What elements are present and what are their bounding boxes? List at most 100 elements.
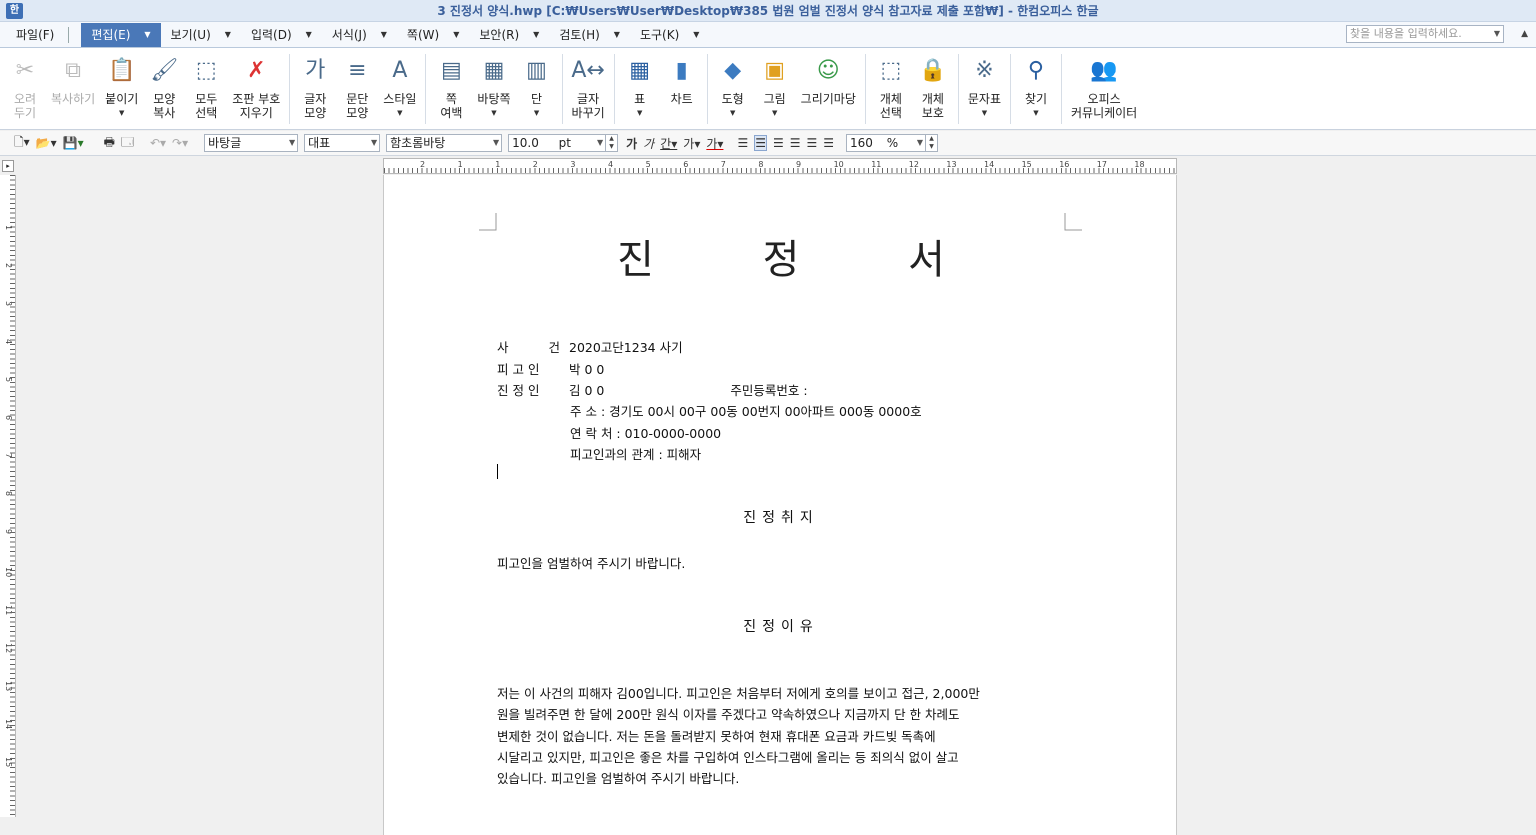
ribbon-label: 차트	[670, 92, 693, 106]
reason-line: 원을 빌려주면 한 달에 200만 원식 이자를 주겠다고 약속하였으나 지금까…	[497, 707, 960, 722]
chevron-down-icon: ▼	[397, 109, 403, 117]
title-bar: 한 3 진정서 양식.hwp [C:₩Users₩User₩Desktop₩38…	[0, 0, 1536, 22]
undo-icon[interactable]: ↶▾	[150, 136, 166, 150]
menu-tools[interactable]: 도구(K) ▼	[630, 23, 709, 47]
menu-label: 입력(D)	[250, 28, 292, 42]
ribbon-button-replace-char[interactable]: A↔ 글자 바꾸기	[567, 48, 610, 128]
ribbon-button-communicator[interactable]: 👥 오피스 커뮤니케이터	[1066, 48, 1142, 128]
ribbon-button-format-painter[interactable]: 🖌 모양 복사	[143, 48, 185, 128]
font-color-icon[interactable]: 가▾	[706, 135, 723, 152]
hwp-app-icon[interactable]: 한	[6, 3, 23, 19]
ribbon-label: 오피스	[1087, 92, 1121, 106]
print-preview-icon[interactable]: 🗔	[121, 133, 134, 154]
char-shape-icon: 가	[305, 58, 326, 83]
style-select[interactable]: 바탕글 ▼	[204, 134, 299, 152]
menu-page[interactable]: 쪽(W) ▼	[397, 23, 469, 47]
ribbon-label: 보호	[921, 106, 944, 120]
menu-view[interactable]: 보기(U) ▼	[161, 23, 241, 47]
find-icon: ⚲	[1027, 58, 1045, 83]
menu-review[interactable]: 검토(H) ▼	[549, 23, 630, 47]
line-spacing-stepper[interactable]: ▲ ▼	[926, 134, 939, 152]
italic-icon[interactable]: 가	[643, 135, 654, 152]
menu-edit[interactable]: 편집(E) ▼	[81, 22, 161, 47]
ribbon-button-page-margin[interactable]: ▤ 쪽 여백	[430, 48, 472, 128]
field-value: 2020고단1234 사기	[569, 340, 683, 355]
ribbon-button-scissors[interactable]: ✂ 오려 두기	[4, 48, 46, 128]
save-icon[interactable]: 💾▾	[63, 136, 84, 150]
font-size-value: 10.0	[512, 136, 539, 150]
font-size-stepper[interactable]: ▲ ▼	[606, 134, 619, 152]
ribbon-label: 글자	[577, 92, 600, 106]
language-select[interactable]: 대표 ▼	[304, 134, 381, 152]
align-left-icon[interactable]: ☰	[754, 135, 767, 151]
ribbon-button-find[interactable]: ⚲ 찾기 ▼	[1015, 48, 1057, 128]
table-icon: ▦	[629, 58, 651, 83]
ribbon-button-object-select[interactable]: ⬚ 개체 선택	[870, 48, 912, 128]
ribbon-button-table[interactable]: ▦ 표 ▼	[619, 48, 661, 128]
align-center-icon[interactable]: ☰	[773, 136, 784, 150]
sub-field-contact: 연 락 처 : 010-0000-0000	[570, 426, 722, 441]
ribbon-button-select-all[interactable]: ⬚ 모두 선택	[185, 48, 227, 128]
ribbon-button-object-protect[interactable]: 🔒 개체 보호	[912, 48, 954, 128]
menu-label: 보안(R)	[479, 28, 520, 42]
align-right-icon[interactable]: ☰	[790, 136, 801, 150]
ribbon-button-picture[interactable]: ▣ 그림 ▼	[754, 48, 796, 128]
bold-icon[interactable]: 가	[626, 135, 637, 152]
ribbon-label: 모양	[304, 106, 327, 120]
menu-file[interactable]: 파일(F)	[0, 23, 64, 47]
ruler-corner-button[interactable]: ▸	[2, 160, 14, 172]
new-document-icon[interactable]: 🗋▾	[14, 133, 30, 154]
ribbon-button-paste[interactable]: 📋 붙이기 ▼	[100, 48, 143, 128]
shape-icon: ◆	[724, 58, 742, 83]
ribbon-button-para-shape[interactable]: ≡ 문단 모양	[336, 48, 378, 128]
chevron-down-icon: ▼	[491, 109, 497, 117]
ribbon-button-clear-codes[interactable]: ✗ 조판 부호 지우기	[227, 48, 285, 128]
print-icon[interactable]: 🖶	[104, 133, 115, 154]
field-value: 김 0 0	[569, 383, 605, 398]
text-cursor	[497, 464, 498, 479]
ribbon-label: 복사하기	[51, 92, 96, 106]
ribbon-divider	[561, 54, 563, 124]
vertical-ruler[interactable]: 1 2 3 4 5 6 7 8 9 10 11 12 13 14 15	[0, 175, 16, 817]
ribbon-button-columns[interactable]: ▥ 단 ▼	[516, 48, 558, 128]
align-distribute-icon[interactable]: ☰	[807, 136, 818, 150]
document-page[interactable]: 진 정 서 사 건2020고단1234 사기 피고인 박 0 0 진정인 김 0 0…	[383, 175, 1177, 835]
clear-codes-icon: ✗	[247, 58, 266, 83]
ribbon-button-clipart[interactable]: ☺ 그리기마당	[796, 48, 861, 128]
ribbon-button-chart[interactable]: ▮ 차트	[661, 48, 703, 128]
object-protect-icon: 🔒	[919, 58, 947, 83]
align-split-icon[interactable]: ☰	[823, 136, 834, 150]
master-page-icon: ▦	[483, 58, 505, 83]
font-size-input[interactable]: 10.0 pt ▼	[508, 134, 607, 152]
chevron-down-icon: ▼	[596, 138, 604, 147]
menu-security[interactable]: 보안(R) ▼	[469, 23, 549, 47]
search-input[interactable]: 찾을 내용을 입력하세요. ▼	[1346, 25, 1504, 43]
font-value: 함초롬바탕	[390, 136, 446, 150]
redo-icon[interactable]: ↷▾	[172, 136, 188, 150]
font-select[interactable]: 함초롬바탕 ▼	[386, 134, 503, 152]
open-folder-icon[interactable]: 📂▾	[36, 136, 57, 150]
ribbon-button-shape[interactable]: ◆ 도형 ▼	[712, 48, 754, 128]
underline-icon[interactable]: 간▾	[660, 135, 677, 152]
menu-format[interactable]: 서식(J) ▼	[322, 23, 397, 47]
ribbon-label: 도형	[721, 92, 744, 106]
chevron-down-icon: ▼	[380, 30, 387, 39]
chart-icon: ▮	[675, 58, 688, 83]
ribbon-button-symbol[interactable]: ※ 문자표 ▼	[963, 48, 1006, 128]
strikethrough-icon[interactable]: 가▾	[683, 135, 700, 152]
ribbon-label: 개체	[879, 92, 902, 106]
ribbon-label: 복사	[153, 106, 176, 120]
chevron-down-icon[interactable]: ▼	[1494, 26, 1500, 42]
chevron-down-icon: ▼	[144, 30, 151, 39]
collapse-ribbon-icon[interactable]: ▲	[1521, 29, 1528, 39]
heading-purpose: 진정취지	[743, 510, 819, 526]
menu-input[interactable]: 입력(D) ▼	[241, 23, 322, 47]
align-justify-icon[interactable]: ☰	[737, 136, 748, 150]
line-spacing-input[interactable]: 160 % ▼	[846, 134, 927, 152]
ribbon-button-master-page[interactable]: ▦ 바탕쪽 ▼	[472, 48, 515, 128]
ribbon-button-char-shape[interactable]: 가 글자 모양	[294, 48, 336, 128]
ribbon-button-copy[interactable]: ⧉ 복사하기	[46, 48, 100, 128]
ribbon-button-style[interactable]: A 스타일 ▼	[378, 48, 421, 128]
field-label: 피고인	[497, 362, 544, 377]
horizontal-ruler[interactable]: 2 1 1 2 3 4 5 6 7 8 9 10 11 12 13 14 15 16 17 18	[383, 158, 1177, 174]
